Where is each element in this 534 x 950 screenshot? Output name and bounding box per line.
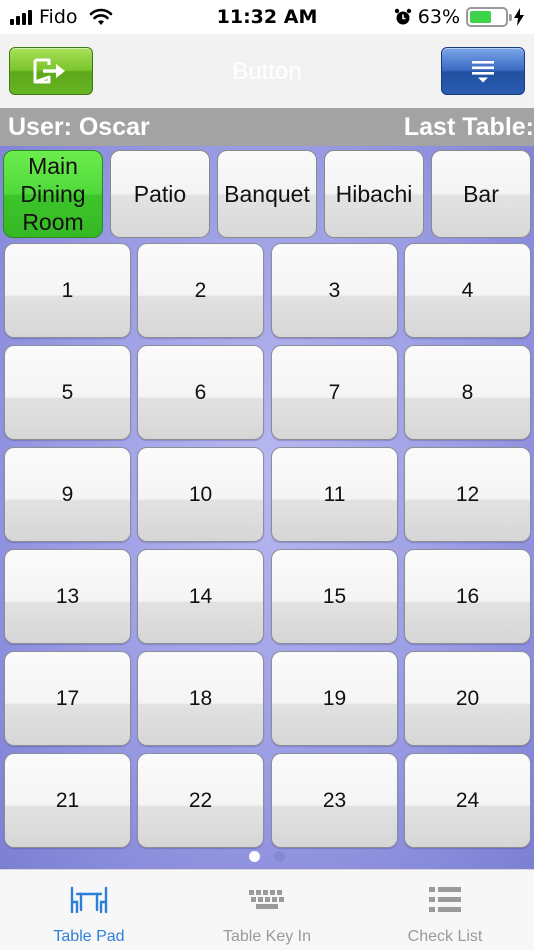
table-button-13[interactable]: 13 <box>4 549 131 644</box>
menu-icon <box>472 61 494 83</box>
last-table-label: Last Table: <box>403 113 534 141</box>
tab-label: Check List <box>407 928 483 945</box>
tab-label: Table Pad <box>53 928 125 945</box>
tab-check-list[interactable]: Check List <box>356 870 534 950</box>
table-button-11[interactable]: 11 <box>271 447 398 542</box>
battery-percent: 63% <box>417 6 460 28</box>
table-button-16[interactable]: 16 <box>404 549 531 644</box>
status-right: 63% <box>394 6 524 28</box>
table-button-12[interactable]: 12 <box>404 447 531 542</box>
table-button-17[interactable]: 17 <box>4 651 131 746</box>
table-button-24[interactable]: 24 <box>404 753 531 848</box>
table-button-8[interactable]: 8 <box>404 345 531 440</box>
table-button-5[interactable]: 5 <box>4 345 131 440</box>
list-icon <box>429 887 461 912</box>
table-button-14[interactable]: 14 <box>137 549 264 644</box>
table-button-9[interactable]: 9 <box>4 447 131 542</box>
info-bar: User: Oscar Last Table: <box>0 108 534 146</box>
table-button-20[interactable]: 20 <box>404 651 531 746</box>
table-button-22[interactable]: 22 <box>137 753 264 848</box>
keyboard-icon <box>249 890 284 909</box>
tab-table-pad[interactable]: Table Pad <box>0 870 178 950</box>
room-tab-main-dining-room[interactable]: Main Dining Room <box>3 150 103 238</box>
tab-table-key-in[interactable]: Table Key In <box>178 870 356 950</box>
charging-bolt-icon <box>514 8 524 26</box>
tab-label: Table Key In <box>222 928 312 945</box>
status-bar: Fido 11:32 AM 63% <box>0 0 534 34</box>
battery-fill <box>470 11 492 23</box>
table-button-1[interactable]: 1 <box>4 243 131 338</box>
room-tab-banquet[interactable]: Banquet <box>217 150 317 238</box>
room-tab-bar[interactable]: Bar <box>431 150 531 238</box>
page-dot[interactable] <box>274 851 285 862</box>
table-button-18[interactable]: 18 <box>137 651 264 746</box>
room-tab-hibachi[interactable]: Hibachi <box>324 150 424 238</box>
table-button-3[interactable]: 3 <box>271 243 398 338</box>
table-button-23[interactable]: 23 <box>271 753 398 848</box>
battery-icon <box>466 7 512 27</box>
room-tab-patio[interactable]: Patio <box>110 150 210 238</box>
menu-button[interactable] <box>441 47 525 95</box>
table-button-21[interactable]: 21 <box>4 753 131 848</box>
table-button-4[interactable]: 4 <box>404 243 531 338</box>
page-indicator[interactable] <box>0 851 534 862</box>
table-button-10[interactable]: 10 <box>137 447 264 542</box>
table-button-19[interactable]: 19 <box>271 651 398 746</box>
table-chairs-icon <box>70 886 108 914</box>
page-dot[interactable] <box>249 851 260 862</box>
alarm-icon <box>394 8 411 25</box>
table-button-7[interactable]: 7 <box>271 345 398 440</box>
toolbar: Button <box>0 34 534 108</box>
user-label: User: Oscar <box>8 113 150 141</box>
table-button-6[interactable]: 6 <box>137 345 264 440</box>
tab-bar: Table Pad Table Key In Check List <box>0 869 534 950</box>
table-button-2[interactable]: 2 <box>137 243 264 338</box>
table-pad-area: Main Dining Room Patio Banquet Hibachi Bar 1… <box>0 146 534 869</box>
table-button-15[interactable]: 15 <box>271 549 398 644</box>
